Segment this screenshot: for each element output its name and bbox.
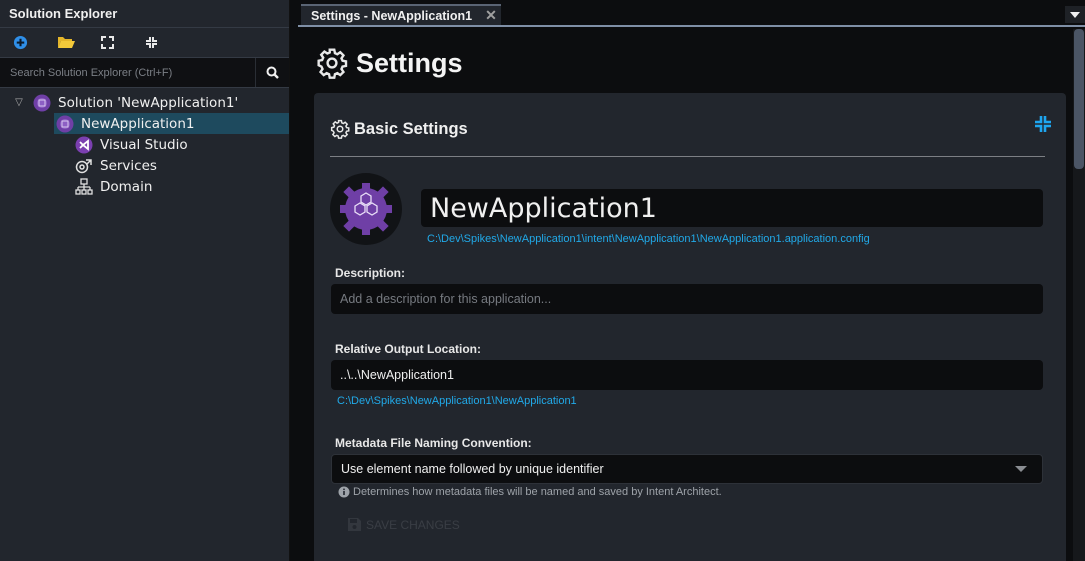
description-input[interactable] (331, 284, 1043, 314)
close-icon[interactable]: ✕ (485, 7, 497, 24)
tab-list-dropdown[interactable] (1065, 6, 1085, 23)
explorer-search (0, 58, 289, 88)
services-icon (75, 157, 93, 175)
expand-all-button[interactable] (100, 28, 144, 58)
domain-icon (75, 177, 93, 196)
add-button[interactable] (12, 28, 56, 58)
save-icon (347, 517, 362, 532)
collapse-all-button[interactable] (144, 28, 188, 58)
expand-toggle-icon[interactable]: ▽ (13, 97, 25, 109)
hint-text: Determines how metadata files will be na… (353, 486, 722, 498)
explorer-toolbar (0, 28, 289, 58)
solution-icon (33, 94, 51, 112)
page-title-text: Settings (356, 47, 463, 78)
search-input[interactable] (0, 58, 255, 87)
solution-tree: ▽ Solution 'NewApplication1' NewApplicat… (0, 88, 289, 197)
section-header: Basic Settings (330, 119, 468, 139)
tree-item-domain[interactable]: Domain (0, 176, 289, 197)
basic-settings-card: Basic Settings NewApplication1 C:\Dev\Sp… (314, 93, 1066, 561)
output-location-label: Relative Output Location: (335, 342, 482, 356)
save-label: SAVE CHANGES (366, 517, 460, 532)
save-changes-button[interactable]: SAVE CHANGES (347, 517, 460, 532)
application-icon (340, 183, 392, 235)
tree-item-application[interactable]: NewApplication1 (54, 113, 289, 134)
collapse-icon (146, 37, 157, 48)
tab-settings[interactable]: Settings - NewApplication1 ✕ (301, 4, 501, 25)
naming-convention-select[interactable]: Use element name followed by unique iden… (331, 454, 1043, 484)
section-divider (330, 156, 1045, 157)
tree-item-solution[interactable]: ▽ Solution 'NewApplication1' (0, 92, 290, 113)
select-value: Use element name followed by unique iden… (341, 462, 604, 476)
chevron-down-icon (1015, 466, 1027, 472)
page-title: Settings (316, 47, 463, 79)
tree-item-label: NewApplication1 (81, 115, 195, 132)
application-logo (330, 173, 402, 245)
collapse-section-button[interactable] (1034, 115, 1052, 138)
description-label: Description: (335, 266, 406, 280)
info-icon (338, 486, 350, 498)
naming-convention-label: Metadata File Naming Convention: (335, 436, 532, 450)
tree-item-label: Solution 'NewApplication1' (58, 94, 239, 111)
search-button[interactable] (255, 58, 289, 87)
tab-bar: Settings - NewApplication1 ✕ (298, 0, 1085, 27)
config-path-link[interactable]: C:\Dev\Spikes\NewApplication1\intent\New… (427, 233, 870, 245)
collapse-icon (1035, 116, 1051, 132)
tree-item-label: Visual Studio (100, 136, 188, 153)
editor-area: Settings - NewApplication1 ✕ Settings Ba… (290, 0, 1085, 561)
visual-studio-icon (75, 136, 93, 154)
expand-icon (101, 36, 114, 49)
tab-label: Settings - NewApplication1 (311, 8, 473, 23)
open-folder-icon (58, 37, 75, 48)
naming-convention-hint: Determines how metadata files will be na… (338, 486, 722, 498)
scrollbar-thumb[interactable] (1074, 29, 1084, 169)
search-icon (266, 66, 279, 79)
tree-item-label: Services (100, 157, 157, 174)
tree-item-label: Domain (100, 178, 153, 195)
open-folder-button[interactable] (56, 28, 100, 58)
tree-item-visual-studio[interactable]: Visual Studio (0, 134, 289, 155)
gear-icon (316, 47, 348, 79)
application-name-input[interactable] (421, 189, 1043, 227)
output-location-input[interactable] (331, 360, 1043, 390)
solution-explorer-panel: Solution Explorer ▽ (0, 0, 290, 561)
application-icon (56, 115, 74, 133)
section-title: Basic Settings (354, 119, 468, 138)
gear-icon (330, 119, 350, 139)
output-path-link[interactable]: C:\Dev\Spikes\NewApplication1\NewApplica… (337, 395, 577, 407)
panel-title: Solution Explorer (0, 0, 289, 28)
tree-item-services[interactable]: Services (0, 155, 289, 176)
app-window: Solution Explorer ▽ (0, 0, 1085, 561)
chevron-down-icon (1070, 11, 1080, 18)
add-icon (13, 35, 28, 50)
